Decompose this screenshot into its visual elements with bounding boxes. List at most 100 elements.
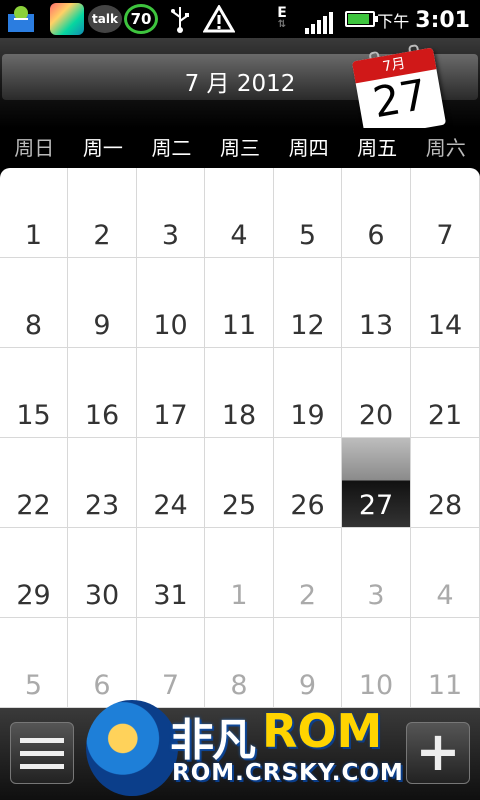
day-number: 9 — [298, 670, 317, 701]
day-cell[interactable]: 5 — [274, 168, 342, 258]
day-cell[interactable]: 26 — [274, 438, 342, 528]
day-number: 29 — [16, 580, 51, 611]
day-number: 5 — [298, 220, 317, 251]
watermark: 非凡 ROM ROM.CRSKY.COM — [86, 700, 406, 800]
month-grid: 1 2 3 4 5 6 7 8 9 10 11 12 13 14 15 16 17 18 19 20 21 22 23 24 2… — [0, 168, 480, 708]
clock-time: 3:01 — [415, 7, 470, 33]
day-number: 10 — [358, 670, 394, 701]
battery-percent-icon: 70 — [124, 4, 158, 34]
day-number: 15 — [16, 400, 51, 431]
day-number: 21 — [427, 400, 463, 431]
day-cell[interactable]: 2 — [274, 528, 342, 618]
day-cell[interactable]: 3 — [342, 528, 411, 618]
day-cell[interactable]: 14 — [411, 258, 480, 348]
day-cell[interactable]: 11 — [205, 258, 274, 348]
day-cell[interactable]: 28 — [411, 438, 480, 528]
day-number: 11 — [427, 670, 463, 701]
data-arrows-icon: ⇅ — [277, 19, 287, 30]
day-number: 6 — [367, 220, 385, 251]
clock: 下午 3:01 — [377, 6, 470, 34]
day-cell[interactable]: 1 — [0, 168, 68, 258]
day-cell[interactable]: 11 — [411, 618, 480, 708]
day-cell[interactable]: 13 — [342, 258, 411, 348]
weekday-header: 周日 周一 周二 周三 周四 周五 周六 — [0, 128, 480, 168]
day-cell-today[interactable]: 27 — [342, 438, 411, 528]
signal-icon — [304, 4, 334, 34]
day-cell[interactable]: 9 — [68, 258, 137, 348]
day-cell[interactable]: 17 — [137, 348, 205, 438]
day-number: 30 — [84, 580, 120, 611]
day-cell[interactable]: 31 — [137, 528, 205, 618]
day-number: 8 — [230, 670, 248, 701]
day-number: 8 — [24, 310, 43, 341]
menu-icon-line — [20, 737, 64, 743]
day-number: 24 — [153, 490, 188, 521]
menu-icon-line — [20, 750, 64, 756]
day-number: 26 — [290, 490, 325, 521]
day-cell[interactable]: 19 — [274, 348, 342, 438]
day-number: 6 — [93, 670, 111, 701]
data-icon: E ⇅ — [268, 4, 296, 34]
day-number: 20 — [358, 400, 394, 431]
watermark-logo-icon — [86, 700, 178, 796]
weekday-label: 周四 — [288, 136, 329, 160]
day-cell[interactable]: 21 — [411, 348, 480, 438]
day-number: 3 — [367, 580, 385, 611]
day-cell[interactable]: 16 — [68, 348, 137, 438]
day-cell[interactable]: 1 — [205, 528, 274, 618]
weekday-label: 周三 — [220, 136, 261, 160]
day-number: 4 — [230, 220, 248, 251]
watermark-rom-text: ROM — [262, 704, 383, 758]
day-number: 10 — [153, 310, 188, 341]
day-cell[interactable]: 2 — [68, 168, 137, 258]
watermark-url: ROM.CRSKY.COM — [172, 760, 404, 786]
day-number: 18 — [221, 400, 257, 431]
watermark-cn-text: 非凡 — [170, 715, 256, 766]
day-number: 17 — [153, 400, 188, 431]
day-number: 11 — [221, 310, 257, 341]
day-cell[interactable]: 10 — [342, 618, 411, 708]
warning-icon — [202, 4, 236, 34]
day-cell[interactable]: 20 — [342, 348, 411, 438]
day-number: 3 — [161, 220, 180, 251]
day-cell[interactable]: 6 — [68, 618, 137, 708]
day-cell[interactable]: 7 — [411, 168, 480, 258]
day-number: 16 — [84, 400, 120, 431]
day-cell[interactable]: 3 — [137, 168, 205, 258]
add-event-button[interactable]: + — [406, 722, 470, 784]
day-cell[interactable]: 29 — [0, 528, 68, 618]
calendar-header: 7 月 2012 7月 27 — [0, 38, 480, 139]
day-number: 12 — [290, 310, 325, 341]
day-cell[interactable]: 9 — [274, 618, 342, 708]
menu-button[interactable] — [10, 722, 74, 784]
day-number: 1 — [24, 220, 43, 251]
day-cell[interactable]: 10 — [137, 258, 205, 348]
day-cell[interactable]: 30 — [68, 528, 137, 618]
day-number: 31 — [153, 580, 188, 611]
clock-ampm: 下午 — [377, 12, 410, 31]
day-cell[interactable]: 18 — [205, 348, 274, 438]
day-cell[interactable]: 5 — [0, 618, 68, 708]
day-cell[interactable]: 4 — [411, 528, 480, 618]
day-number: 14 — [427, 310, 463, 341]
day-cell[interactable]: 12 — [274, 258, 342, 348]
day-cell[interactable]: 6 — [342, 168, 411, 258]
day-cell[interactable]: 24 — [137, 438, 205, 528]
day-cell[interactable]: 8 — [0, 258, 68, 348]
day-number: 7 — [161, 670, 180, 701]
day-cell[interactable]: 8 — [205, 618, 274, 708]
day-number: 27 — [358, 490, 394, 521]
day-cell[interactable]: 22 — [0, 438, 68, 528]
day-cell[interactable]: 4 — [205, 168, 274, 258]
calendar-today-icon[interactable]: 7月 27 — [350, 42, 450, 142]
day-cell[interactable]: 25 — [205, 438, 274, 528]
calendar-page: 7月 27 — [351, 43, 447, 139]
talk-icon: talk — [88, 5, 122, 33]
day-number: 23 — [84, 490, 120, 521]
day-cell[interactable]: 23 — [68, 438, 137, 528]
day-cell[interactable]: 15 — [0, 348, 68, 438]
usb-icon — [166, 4, 194, 34]
day-cell[interactable]: 7 — [137, 618, 205, 708]
status-bar: talk 70 E ⇅ 下午 3:01 — [0, 0, 480, 38]
day-number: 25 — [221, 490, 257, 521]
